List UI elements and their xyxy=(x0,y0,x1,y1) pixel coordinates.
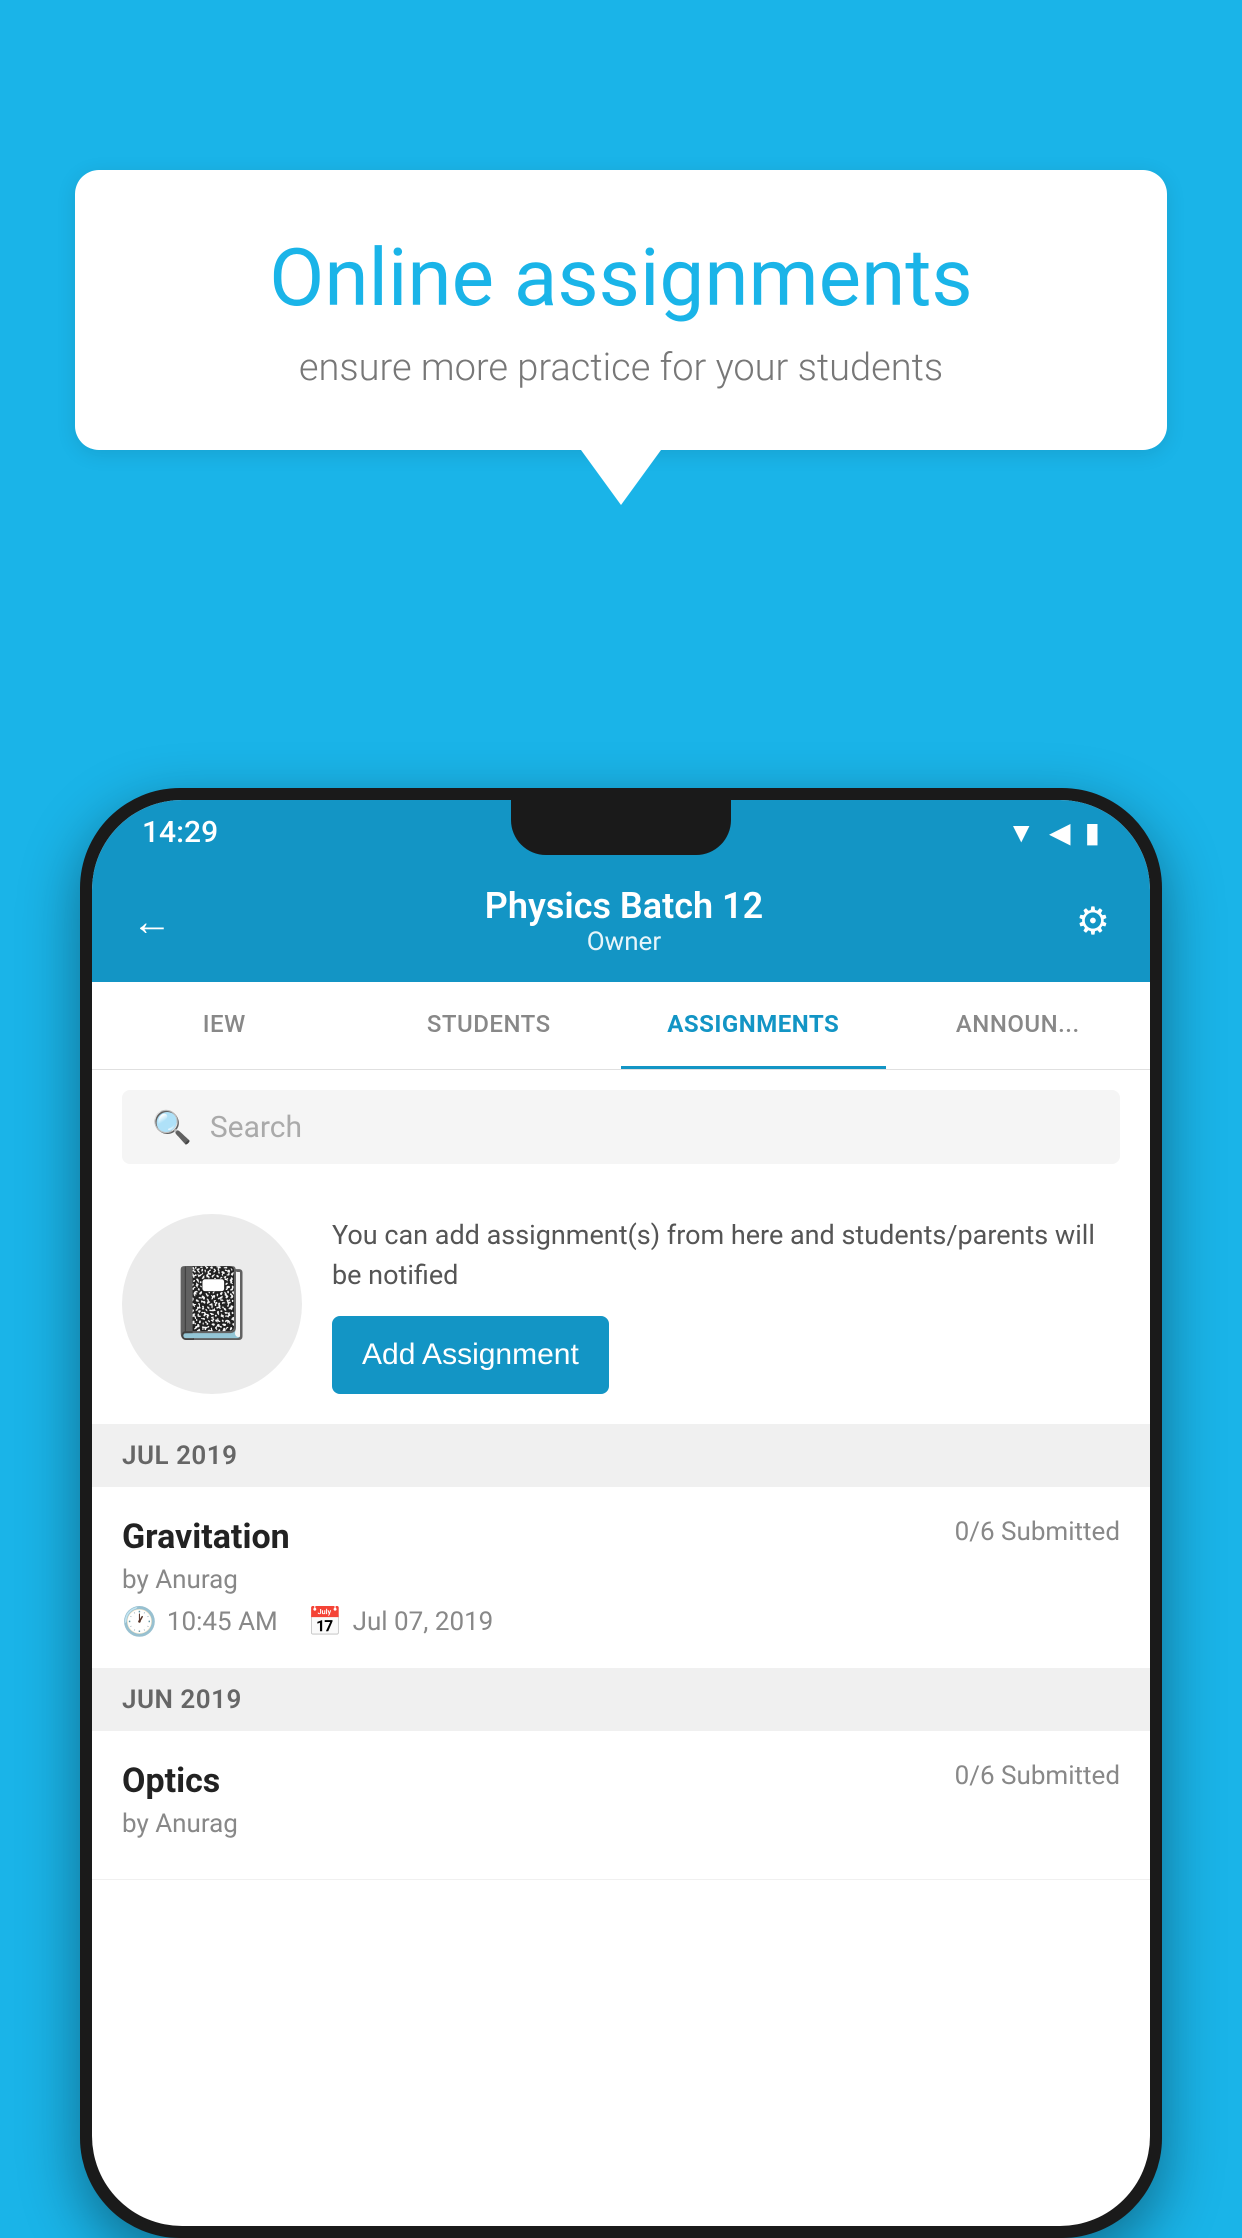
settings-icon[interactable]: ⚙ xyxy=(1076,899,1110,944)
speech-bubble-container: Online assignments ensure more practice … xyxy=(75,170,1167,505)
bubble-subtitle: ensure more practice for your students xyxy=(155,346,1087,390)
assignment-top-optics: Optics 0/6 Submitted xyxy=(122,1761,1120,1801)
back-button[interactable]: ← xyxy=(132,898,172,945)
bubble-title: Online assignments xyxy=(155,230,1087,326)
assignment-item-gravitation[interactable]: Gravitation 0/6 Submitted by Anurag 🕐 10… xyxy=(92,1487,1150,1669)
status-time: 14:29 xyxy=(142,815,218,850)
promo-icon-circle: 📓 xyxy=(122,1214,302,1394)
add-assignment-button[interactable]: Add Assignment xyxy=(332,1316,609,1394)
clock-icon-gravitation: 🕐 xyxy=(122,1605,157,1638)
speech-bubble: Online assignments ensure more practice … xyxy=(75,170,1167,450)
promo-text: You can add assignment(s) from here and … xyxy=(332,1215,1120,1296)
app-header: ← Physics Batch 12 Owner ⚙ xyxy=(92,865,1150,982)
assignment-submitted-gravitation: 0/6 Submitted xyxy=(955,1517,1120,1547)
phone-frame: 14:29 ▼ ◀ ▮ ← Physics Batch 12 Owner ⚙ I… xyxy=(80,788,1162,2238)
header-center: Physics Batch 12 Owner xyxy=(485,885,763,957)
assignment-item-optics[interactable]: Optics 0/6 Submitted by Anurag xyxy=(92,1731,1150,1880)
search-icon: 🔍 xyxy=(152,1108,192,1146)
search-container: 🔍 Search xyxy=(92,1070,1150,1184)
assignment-title-gravitation: Gravitation xyxy=(122,1517,290,1557)
promo-right: You can add assignment(s) from here and … xyxy=(332,1215,1120,1394)
tabs-bar: IEW STUDENTS ASSIGNMENTS ANNOUN... xyxy=(92,982,1150,1070)
assignment-top-gravitation: Gravitation 0/6 Submitted xyxy=(122,1517,1120,1557)
search-box[interactable]: 🔍 Search xyxy=(122,1090,1120,1164)
assignment-time-gravitation: 🕐 10:45 AM xyxy=(122,1605,278,1638)
assignment-meta-gravitation: 🕐 10:45 AM 📅 Jul 07, 2019 xyxy=(122,1605,1120,1638)
assignment-author-gravitation: by Anurag xyxy=(122,1565,1120,1595)
tab-students[interactable]: STUDENTS xyxy=(357,982,622,1069)
tab-iew[interactable]: IEW xyxy=(92,982,357,1069)
assignment-author-optics: by Anurag xyxy=(122,1809,1120,1839)
assignment-title-optics: Optics xyxy=(122,1761,220,1801)
header-subtitle: Owner xyxy=(485,927,763,957)
notebook-icon: 📓 xyxy=(168,1263,255,1345)
calendar-icon-gravitation: 📅 xyxy=(308,1605,343,1638)
phone-inner: 14:29 ▼ ◀ ▮ ← Physics Batch 12 Owner ⚙ I… xyxy=(92,800,1150,2226)
phone-notch xyxy=(511,800,731,855)
tab-assignments[interactable]: ASSIGNMENTS xyxy=(621,982,886,1069)
tab-announcements[interactable]: ANNOUN... xyxy=(886,982,1151,1069)
search-placeholder: Search xyxy=(210,1110,302,1145)
status-icons: ▼ ◀ ▮ xyxy=(1007,816,1100,849)
assignment-submitted-optics: 0/6 Submitted xyxy=(955,1761,1120,1791)
signal-icon: ◀ xyxy=(1049,816,1071,849)
wifi-icon: ▼ xyxy=(1007,816,1035,849)
section-jul-2019: JUL 2019 xyxy=(92,1425,1150,1487)
section-jun-2019: JUN 2019 xyxy=(92,1669,1150,1731)
assignment-date-gravitation: 📅 Jul 07, 2019 xyxy=(308,1605,494,1638)
speech-bubble-arrow xyxy=(581,450,661,505)
header-title: Physics Batch 12 xyxy=(485,885,763,927)
promo-block: 📓 You can add assignment(s) from here an… xyxy=(92,1184,1150,1425)
battery-icon: ▮ xyxy=(1085,816,1100,849)
